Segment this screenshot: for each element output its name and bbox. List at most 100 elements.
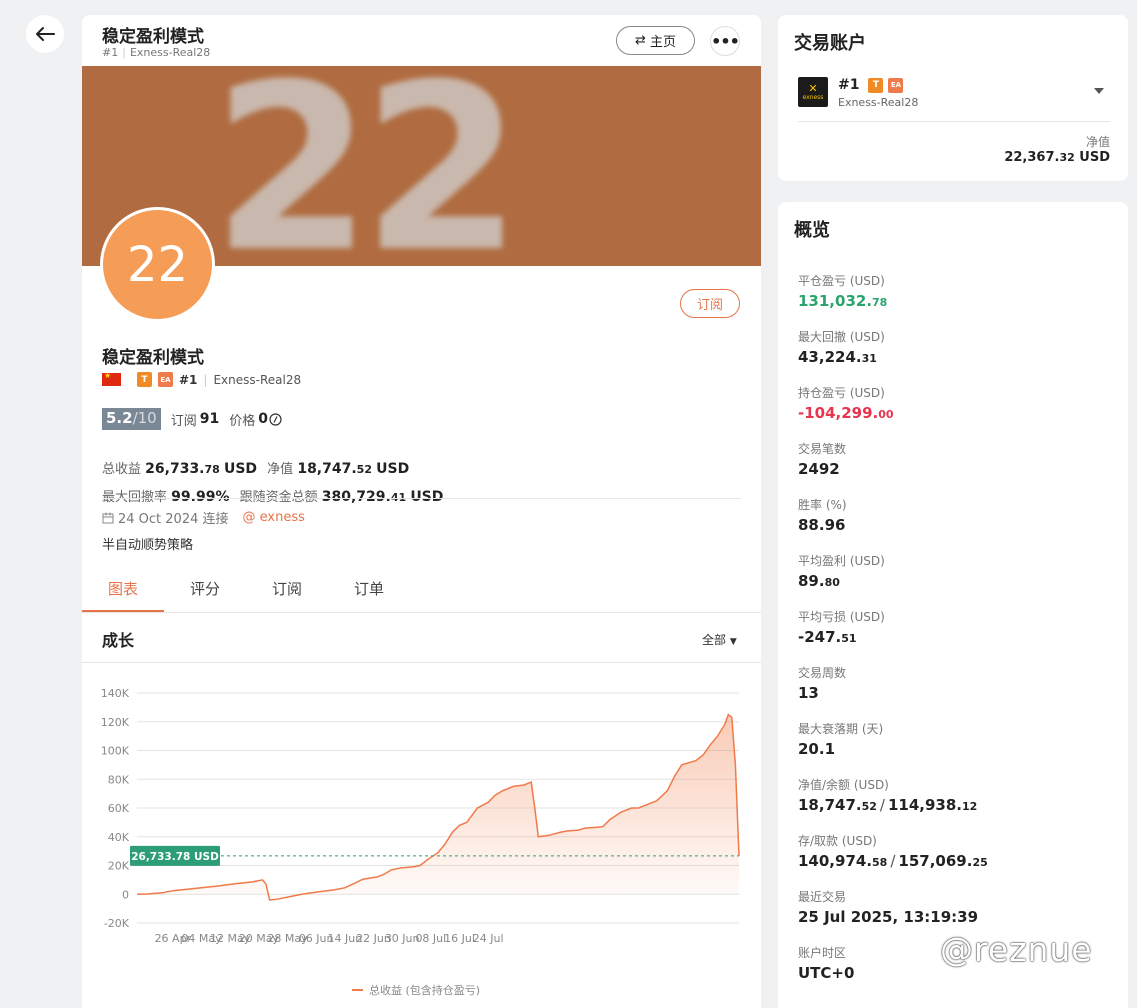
ov-equity-int: 18,747. <box>798 796 862 814</box>
exness-logo-icon: ✕ exness <box>798 77 828 107</box>
caret-down-icon: ▼ <box>729 637 737 647</box>
drawdown-row: 最大回撤率 99.99% 跟随资金总额 380,729.41 USD <box>102 486 443 505</box>
strategy-description: 半自动顺势策略 <box>102 538 194 553</box>
ov-label: 平均盈利 (USD) <box>798 554 885 568</box>
chart-filter-dropdown[interactable]: 全部 ▼ <box>702 631 737 648</box>
price-value: 0 <box>258 411 268 427</box>
ov-value-dec: 51 <box>841 632 857 645</box>
ov-deposit-dec: 58 <box>872 856 888 869</box>
ov-value-dec: 31 <box>861 352 877 365</box>
ov-label: 交易笔数 <box>798 442 847 456</box>
account-dropdown-icon[interactable] <box>1094 88 1104 94</box>
ov-value-dec: 00 <box>878 408 894 421</box>
overview-card: 概览 平仓盈亏 (USD) 131,032.78 最大回撤 (USD) 43,2… <box>778 202 1128 1008</box>
ov-label: 持仓盈亏 (USD) <box>798 386 885 400</box>
connect-date: 24 Oct 2024 连接 <box>118 512 229 527</box>
profile-rank: #1 <box>179 372 198 387</box>
growth-chart: 140K120K100K80K60K40K20K0-20K26 Apr04 Ma… <box>101 687 740 997</box>
account-name: Exness-Real28 <box>129 46 211 59</box>
ov-label: 平仓盈亏 (USD) <box>798 274 885 288</box>
ov-equity-dec: 52 <box>861 800 877 813</box>
coin-icon <box>269 412 282 426</box>
rating-badge: 5.2/10 <box>102 408 161 430</box>
ov-value: 20.1 <box>798 740 836 758</box>
legend-label: 总收益 (包含持仓盈亏) <box>369 983 480 997</box>
account-badge-ea: EA <box>888 77 904 93</box>
chart-divider <box>82 662 761 663</box>
ov-avg-loss: 平均亏损 (USD) -247.51 <box>798 608 988 664</box>
ov-balance-int: 114,938. <box>887 796 962 814</box>
china-flag-icon <box>102 371 121 386</box>
account-card-title: 交易账户 <box>794 33 866 54</box>
ov-label: 最大回撤 (USD) <box>798 330 885 344</box>
price-label: 价格 <box>229 413 256 429</box>
page-title: 稳定盈利模式 <box>102 27 204 47</box>
y-tick-label: -20K <box>104 917 130 930</box>
account-equity: 22,367.32 USD <box>1004 150 1110 165</box>
ov-max-dd: 最大回撤 (USD) 43,224.31 <box>798 328 988 384</box>
ov-open-pl: 持仓盈亏 (USD) -104,299.00 <box>798 384 988 440</box>
y-tick-label: 120K <box>101 716 130 729</box>
account-divider <box>798 121 1110 122</box>
ov-avg-win: 平均盈利 (USD) 89.80 <box>798 552 988 608</box>
rank: #1 <box>102 46 119 59</box>
rating-max: /10 <box>132 409 157 427</box>
x-tick-label: 24 Jul <box>473 932 504 945</box>
profile-tags: T EA #1 | Exness-Real28 <box>102 371 302 387</box>
badge-t: T <box>137 372 152 387</box>
ov-value: 25 Jul 2025, 13:19:39 <box>798 908 979 926</box>
tab-subscription[interactable]: 订阅 <box>246 565 328 612</box>
logo-text: exness <box>802 93 824 101</box>
back-button[interactable] <box>26 15 64 53</box>
y-tick-label: 0 <box>122 888 129 901</box>
ov-value-dec: 78 <box>872 296 888 309</box>
tab-orders[interactable]: 订单 <box>328 565 410 612</box>
subs-label: 订阅 <box>170 413 197 429</box>
ov-label: 交易周数 <box>798 666 847 680</box>
follow-int: 380,729. <box>321 489 391 505</box>
account-equity-label: 净值 <box>1085 135 1110 149</box>
page-subtitle: #1 | Exness-Real28 <box>102 46 211 59</box>
ov-value: 13 <box>798 684 819 702</box>
account-equity-dec: 32 <box>1059 151 1075 164</box>
broker-link[interactable]: @ exness <box>243 510 305 525</box>
profit-row: 总收益 26,733.78 USD 净值 18,747.52 USD <box>102 458 409 477</box>
account-selector[interactable]: #1 T EA <box>838 77 904 93</box>
current-value-label: 26,733.78 USD <box>131 851 219 863</box>
account-card-name: Exness-Real28 <box>838 96 919 109</box>
profile-account: Exness-Real28 <box>213 372 302 387</box>
equity-int: 18,747. <box>297 461 357 477</box>
account-card: 交易账户 ✕ exness #1 T EA Exness-Real28 净值 2… <box>778 15 1128 181</box>
ov-weeks: 交易周数 13 <box>798 664 988 720</box>
strategy-name: 稳定盈利模式 <box>102 348 204 368</box>
ov-value-dec: 80 <box>824 576 840 589</box>
home-button-label: 主页 <box>649 35 676 50</box>
ov-label: 平均亏损 (USD) <box>798 610 885 624</box>
chart-filter-label: 全部 <box>702 633 727 647</box>
rating-row: 5.2/10 订阅 91 价格 0 <box>102 408 282 430</box>
overview-title: 概览 <box>794 220 830 241</box>
ov-value-int: 89. <box>798 572 825 590</box>
ov-max-decline: 最大衰落期 (天) 20.1 <box>798 720 988 776</box>
total-profit-int: 26,733. <box>145 461 205 477</box>
total-profit-unit: USD <box>223 461 258 477</box>
main-card: 稳定盈利模式 #1 | Exness-Real28 ⇄ 主页 ••• 22 22 订… <box>82 15 761 1008</box>
home-button[interactable]: ⇄ 主页 <box>616 26 695 55</box>
tab-rating[interactable]: 评分 <box>164 565 246 612</box>
y-tick-label: 40K <box>108 831 130 844</box>
ov-withdraw-dec: 25 <box>972 856 988 869</box>
ov-label: 净值/余额 (USD) <box>798 778 889 792</box>
ov-deposit-int: 140,974. <box>798 852 873 870</box>
subscribe-button[interactable]: 订阅 <box>680 289 740 318</box>
equity-dec: 52 <box>356 463 372 476</box>
tab-chart[interactable]: 图表 <box>82 565 164 612</box>
x-tick-label: 30 Jun <box>385 932 420 945</box>
y-tick-label: 140K <box>101 687 130 700</box>
tab-bar: 图表 评分 订阅 订单 <box>82 565 761 613</box>
watermark: @reznue <box>940 930 1093 969</box>
chart-title: 成长 <box>102 631 135 650</box>
ov-value-int: -247. <box>798 628 842 646</box>
more-button[interactable]: ••• <box>710 26 740 56</box>
ov-label: 最近交易 <box>798 890 847 904</box>
overview-list: 平仓盈亏 (USD) 131,032.78 最大回撤 (USD) 43,224.… <box>798 272 988 1000</box>
